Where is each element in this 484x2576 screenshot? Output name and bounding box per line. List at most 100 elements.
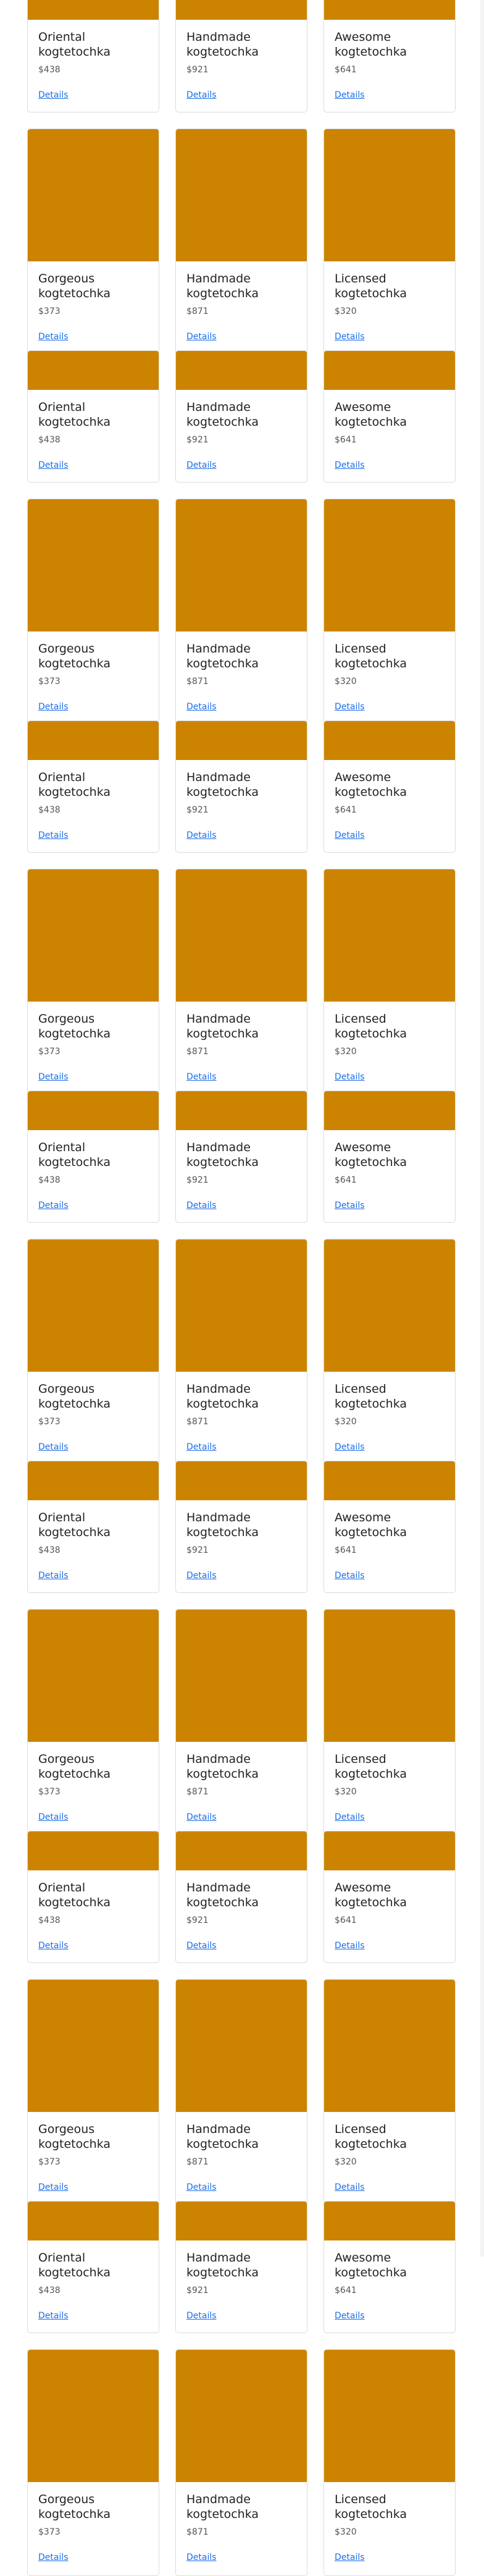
details-link[interactable]: Details bbox=[38, 90, 69, 101]
card-body: Handmade kogtetochka $921 Details bbox=[176, 2240, 307, 2321]
details-link[interactable]: Details bbox=[335, 701, 365, 712]
card-body: Handmade kogtetochka $871 Details bbox=[176, 1372, 307, 1453]
product-title: Handmade kogtetochka bbox=[186, 1012, 259, 1041]
product-title: Handmade kogtetochka bbox=[186, 1881, 259, 1909]
product-title: Gorgeous kogtetochka bbox=[38, 642, 111, 670]
product-image bbox=[28, 1831, 159, 1870]
product-price: $438 bbox=[38, 1175, 60, 1185]
product-card: Oriental kogtetochka $438 Details bbox=[27, 2201, 159, 2333]
details-link[interactable]: Details bbox=[38, 830, 69, 841]
details-link[interactable]: Details bbox=[186, 460, 217, 471]
details-link[interactable]: Details bbox=[186, 1200, 217, 1211]
card-body: Licensed kogtetochka $320 Details bbox=[324, 261, 455, 342]
details-link[interactable]: Details bbox=[186, 2552, 217, 2563]
product-card: Gorgeous kogtetochka $373 Details bbox=[27, 869, 159, 1096]
details-link[interactable]: Details bbox=[186, 2310, 217, 2321]
details-link[interactable]: Details bbox=[335, 331, 365, 342]
details-link[interactable]: Details bbox=[186, 1570, 217, 1581]
product-title: Licensed kogtetochka bbox=[335, 2493, 407, 2521]
product-image bbox=[324, 2202, 455, 2240]
card-body: Awesome kogtetochka $641 Details bbox=[324, 1500, 455, 1581]
product-image bbox=[324, 869, 455, 1002]
details-link[interactable]: Details bbox=[335, 1570, 365, 1581]
details-link[interactable]: Details bbox=[335, 460, 365, 471]
details-link[interactable]: Details bbox=[38, 1570, 69, 1581]
product-price: $641 bbox=[335, 2286, 357, 2295]
details-link[interactable]: Details bbox=[186, 830, 217, 841]
card-body: Gorgeous kogtetochka $373 Details bbox=[28, 261, 159, 342]
card-body: Handmade kogtetochka $921 Details bbox=[176, 1870, 307, 1951]
product-card: Awesome kogtetochka $641 Details bbox=[323, 350, 456, 483]
details-link[interactable]: Details bbox=[38, 1442, 69, 1453]
product-card: Licensed kogtetochka $320 Details bbox=[323, 1609, 456, 1836]
product-title: Awesome kogtetochka bbox=[335, 1511, 407, 1539]
card-body: Handmade kogtetochka $871 Details bbox=[176, 1002, 307, 1083]
details-link[interactable]: Details bbox=[38, 701, 69, 712]
details-link[interactable]: Details bbox=[335, 1940, 365, 1951]
details-link[interactable]: Details bbox=[186, 1940, 217, 1951]
product-image bbox=[176, 1239, 307, 1372]
details-link[interactable]: Details bbox=[186, 331, 217, 342]
product-price: $871 bbox=[186, 2527, 209, 2537]
scrollbar-track[interactable] bbox=[480, 0, 484, 2257]
details-link[interactable]: Details bbox=[38, 2182, 69, 2193]
details-link[interactable]: Details bbox=[38, 1071, 69, 1083]
product-card: Oriental kogtetochka $438 Details bbox=[27, 1831, 159, 1963]
details-link[interactable]: Details bbox=[335, 1442, 365, 1453]
product-price: $320 bbox=[335, 1787, 357, 1797]
details-link[interactable]: Details bbox=[335, 1200, 365, 1211]
product-image bbox=[176, 0, 307, 20]
details-link[interactable]: Details bbox=[186, 1812, 217, 1823]
details-link[interactable]: Details bbox=[38, 1940, 69, 1951]
product-card: Handmade kogtetochka $921 Details bbox=[175, 350, 307, 483]
details-link[interactable]: Details bbox=[186, 1442, 217, 1453]
card-body: Oriental kogtetochka $438 Details bbox=[28, 1130, 159, 1211]
product-title: Handmade kogtetochka bbox=[186, 2493, 259, 2521]
product-image bbox=[176, 2202, 307, 2240]
details-link[interactable]: Details bbox=[38, 460, 69, 471]
details-link[interactable]: Details bbox=[186, 701, 217, 712]
product-title: Awesome kogtetochka bbox=[335, 1141, 407, 1169]
product-title: Licensed kogtetochka bbox=[335, 2122, 407, 2151]
product-price: $641 bbox=[335, 1545, 357, 1555]
card-body: Gorgeous kogtetochka $373 Details bbox=[28, 631, 159, 712]
card-body: Awesome kogtetochka $641 Details bbox=[324, 390, 455, 471]
card-body: Awesome kogtetochka $641 Details bbox=[324, 2240, 455, 2321]
product-title: Licensed kogtetochka bbox=[335, 1752, 407, 1781]
details-link[interactable]: Details bbox=[335, 830, 365, 841]
details-link[interactable]: Details bbox=[335, 90, 365, 101]
product-price: $871 bbox=[186, 306, 209, 316]
details-link[interactable]: Details bbox=[38, 1200, 69, 1211]
details-link[interactable]: Details bbox=[38, 2310, 69, 2321]
product-title: Handmade kogtetochka bbox=[186, 400, 259, 429]
product-card: Gorgeous kogtetochka $373 Details bbox=[27, 1979, 159, 2206]
product-card: Licensed kogtetochka $320 Details bbox=[323, 869, 456, 1096]
details-link[interactable]: Details bbox=[186, 1071, 217, 1083]
product-image bbox=[176, 1091, 307, 1130]
product-price: $438 bbox=[38, 1915, 60, 1925]
product-image bbox=[28, 1980, 159, 2112]
details-link[interactable]: Details bbox=[335, 1812, 365, 1823]
details-link[interactable]: Details bbox=[186, 2182, 217, 2193]
product-image bbox=[324, 1091, 455, 1130]
product-image bbox=[28, 1239, 159, 1372]
product-card: Oriental kogtetochka $438 Details bbox=[27, 1461, 159, 1593]
product-price: $871 bbox=[186, 1787, 209, 1797]
details-link[interactable]: Details bbox=[38, 331, 69, 342]
details-link[interactable]: Details bbox=[335, 2552, 365, 2563]
product-image bbox=[28, 869, 159, 1002]
card-body: Licensed kogtetochka $320 Details bbox=[324, 2112, 455, 2193]
card-body: Awesome kogtetochka $641 Details bbox=[324, 760, 455, 841]
details-link[interactable]: Details bbox=[335, 2182, 365, 2193]
product-price: $641 bbox=[335, 805, 357, 815]
details-link[interactable]: Details bbox=[38, 1812, 69, 1823]
details-link[interactable]: Details bbox=[335, 2310, 365, 2321]
card-body: Licensed kogtetochka $320 Details bbox=[324, 2482, 455, 2563]
card-body: Gorgeous kogtetochka $373 Details bbox=[28, 1002, 159, 1083]
product-price: $921 bbox=[186, 65, 209, 75]
details-link[interactable]: Details bbox=[38, 2552, 69, 2563]
details-link[interactable]: Details bbox=[335, 1071, 365, 1083]
details-link[interactable]: Details bbox=[186, 90, 217, 101]
card-body: Licensed kogtetochka $320 Details bbox=[324, 631, 455, 712]
product-card: Awesome kogtetochka $641 Details bbox=[323, 720, 456, 853]
